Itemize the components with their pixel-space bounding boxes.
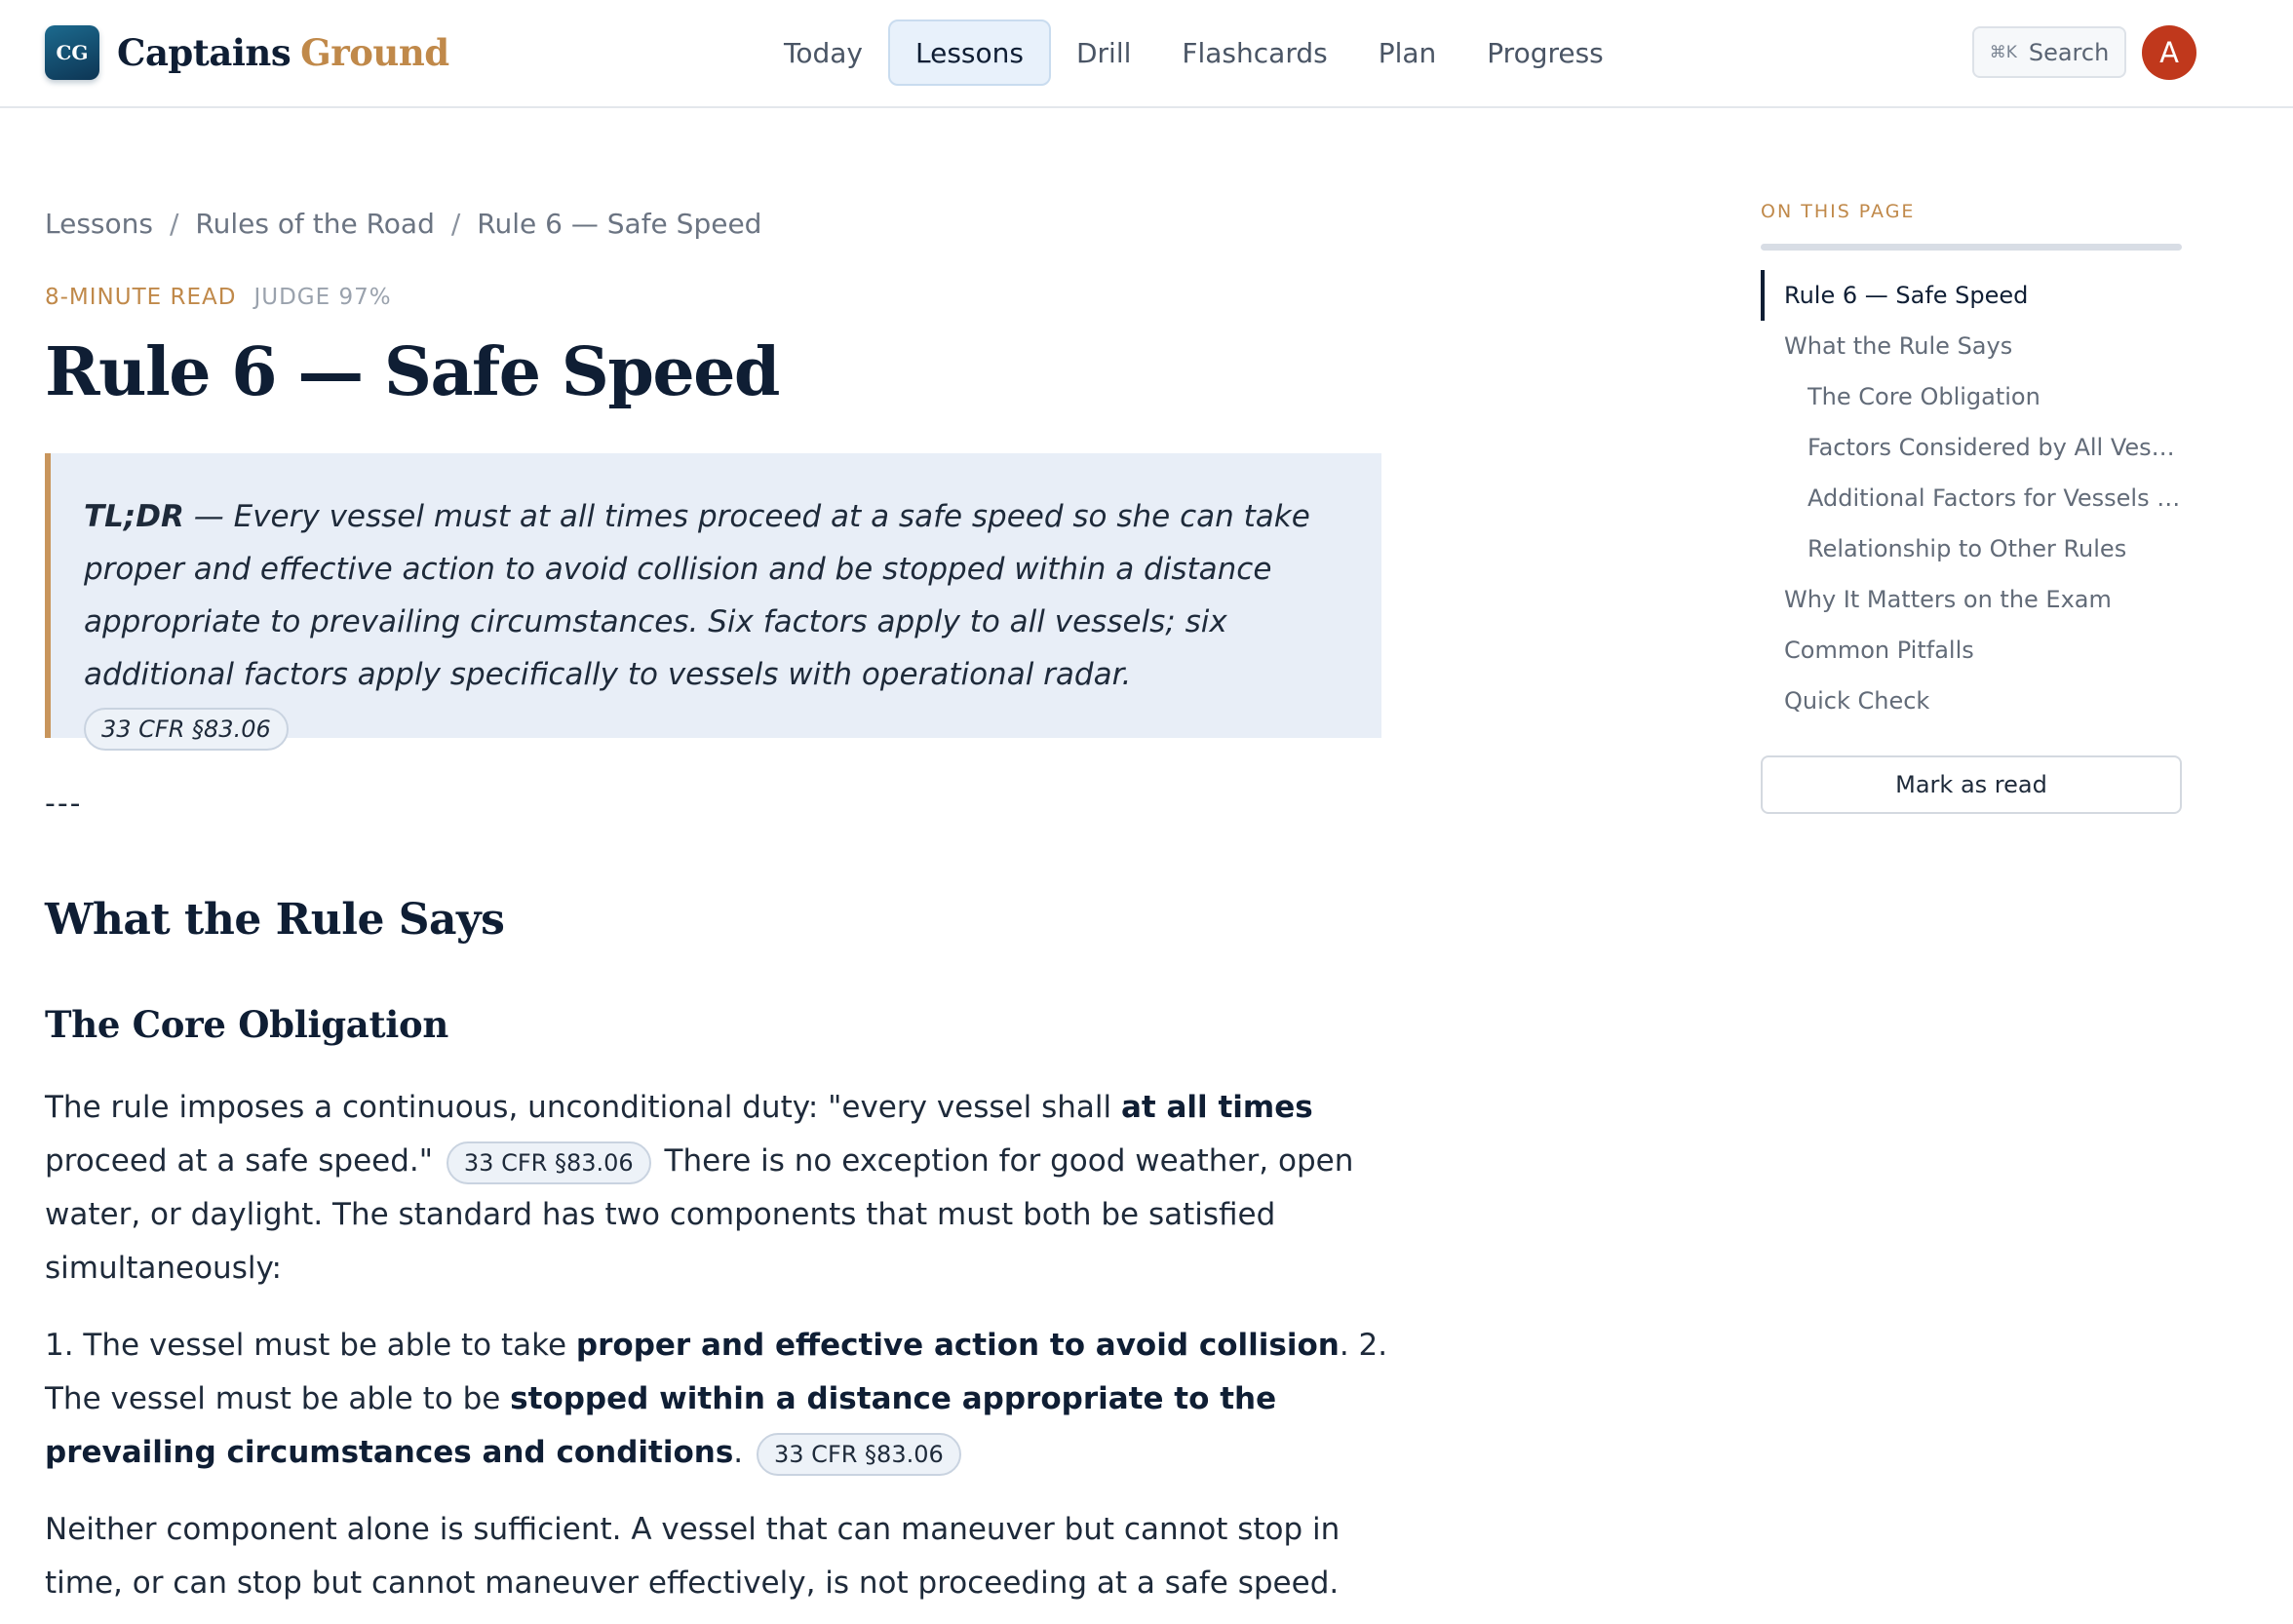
toc-item-label: Relationship to Other Rules <box>1807 535 2127 562</box>
breadcrumb-rules-of-the-road[interactable]: Rules of the Road <box>195 208 434 240</box>
brand-name-accent: Ground <box>300 31 449 74</box>
divider: --- <box>45 787 83 821</box>
tldr-text: — Every vessel must at all times proceed… <box>84 499 1310 692</box>
breadcrumb-lessons[interactable]: Lessons <box>45 208 153 240</box>
subsection-heading: The Core Obligation <box>45 1003 448 1046</box>
mark-as-read-button[interactable]: Mark as read <box>1761 755 2182 814</box>
brand-name[interactable]: Captains Ground <box>117 31 449 74</box>
main-nav: Today Lessons Drill Flashcards Plan Prog… <box>758 19 1629 86</box>
citation-chip[interactable]: 33 CFR §83.06 <box>757 1432 961 1476</box>
judge-score: JUDGE 97% <box>253 285 392 310</box>
search-shortcut: ⌘K <box>1989 42 2017 62</box>
toc-item[interactable]: What the Rule Says <box>1761 321 2182 371</box>
tldr-label: TL;DR <box>84 499 184 534</box>
avatar[interactable]: A <box>2142 25 2196 80</box>
toc-item-label: Factors Considered by All Vesse... <box>1807 434 2182 461</box>
toc-item[interactable]: Common Pitfalls <box>1761 625 2182 676</box>
lesson-article: Lessons / Rules of the Road / Rule 6 — S… <box>45 195 1390 1610</box>
text: . <box>733 1435 744 1470</box>
nav-plan[interactable]: Plan <box>1353 19 1462 86</box>
brand-name-primary: Captains <box>117 31 291 74</box>
paragraph-core-obligation: The rule imposes a continuous, unconditi… <box>45 1081 1390 1295</box>
top-bar: CG Captains Ground Today Lessons Drill Fl… <box>0 0 2293 108</box>
nav-today[interactable]: Today <box>758 19 888 86</box>
nav-lessons[interactable]: Lessons <box>887 19 1051 86</box>
page-title: Rule 6 — Safe Speed <box>45 333 780 411</box>
logo-mark[interactable]: CG <box>45 25 99 80</box>
toc-item-label: Why It Matters on the Exam <box>1784 586 2112 613</box>
toc-item-label: Common Pitfalls <box>1784 637 1974 664</box>
toc-item[interactable]: Quick Check <box>1761 676 2182 726</box>
citation-chip[interactable]: 33 CFR §83.06 <box>446 1141 651 1184</box>
text: 1. The vessel must be able to take <box>45 1328 576 1363</box>
brand[interactable]: CG Captains Ground <box>45 25 449 80</box>
emphasis: proper and effective action to avoid col… <box>575 1328 1340 1363</box>
read-time: 8-MINUTE READ <box>45 285 237 310</box>
citation-chip[interactable]: 33 CFR §83.06 <box>84 707 289 751</box>
section-heading: What the Rule Says <box>45 895 505 945</box>
paragraph-conclusion: Neither component alone is sufficient. A… <box>45 1512 1341 1601</box>
toc-item-label: Rule 6 — Safe Speed <box>1784 282 2029 309</box>
toc-list: Rule 6 — Safe Speed What the Rule Says T… <box>1761 270 2182 726</box>
toc-item-label: The Core Obligation <box>1807 383 2040 410</box>
reading-progress-bar <box>1761 244 2182 251</box>
search-label: Search <box>2028 38 2110 66</box>
nav-progress[interactable]: Progress <box>1461 19 1629 86</box>
text: proceed at a safe speed." <box>45 1143 434 1179</box>
nav-flashcards[interactable]: Flashcards <box>1156 19 1352 86</box>
lesson-meta: 8-MINUTE READ JUDGE 97% <box>45 281 1390 314</box>
text: The rule imposes a continuous, unconditi… <box>45 1090 1121 1125</box>
breadcrumb-current[interactable]: Rule 6 — Safe Speed <box>477 208 761 240</box>
emphasis: at all times <box>1120 1090 1313 1125</box>
toc-item[interactable]: The Core Obligation <box>1761 371 2182 422</box>
toc-item[interactable]: Relationship to Other Rules <box>1761 523 2182 574</box>
toc-title: ON THIS PAGE <box>1761 201 1916 222</box>
toc-item-label: Additional Factors for Vessels wi... <box>1807 484 2182 512</box>
toc-item-label: What the Rule Says <box>1784 332 2013 360</box>
paragraph-components: 1. The vessel must be able to take prope… <box>45 1319 1390 1480</box>
toc-item[interactable]: Rule 6 — Safe Speed <box>1761 270 2182 321</box>
breadcrumb-separator: / <box>450 207 461 240</box>
breadcrumb-separator: / <box>169 207 179 240</box>
nav-drill[interactable]: Drill <box>1051 19 1156 86</box>
search-button[interactable]: ⌘K Search <box>1972 26 2126 78</box>
toc-item-label: Quick Check <box>1784 687 1930 715</box>
tldr-callout: TL;DR — Every vessel must at all times p… <box>45 453 1381 751</box>
toc-item[interactable]: Additional Factors for Vessels wi... <box>1761 473 2182 523</box>
toc-item[interactable]: Why It Matters on the Exam <box>1761 574 2182 625</box>
toc-item[interactable]: Factors Considered by All Vesse... <box>1761 422 2182 473</box>
breadcrumb: Lessons / Rules of the Road / Rule 6 — S… <box>45 195 1390 251</box>
table-of-contents: ON THIS PAGE Rule 6 — Safe Speed What th… <box>1761 201 2182 814</box>
